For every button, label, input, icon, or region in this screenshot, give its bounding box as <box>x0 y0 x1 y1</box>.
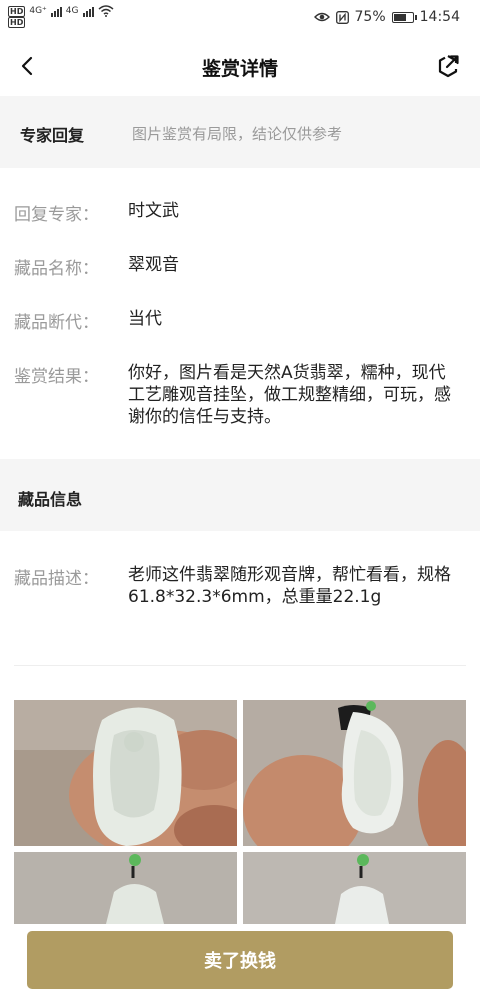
signal-icon <box>50 5 62 17</box>
collection-info-title: 藏品信息 <box>18 490 83 509</box>
field-value: 当代 <box>128 309 162 329</box>
field-value: 时文武 <box>128 201 179 221</box>
field-label: 鉴赏结果： <box>14 367 99 387</box>
field-value: 你好，图片看是天然A货翡翠，糯种，现代工艺雕观音挂坠，做工规整精细，可玩，感谢你… <box>128 363 451 427</box>
page-title: 鉴赏详情 <box>201 58 278 80</box>
field-value: 翠观音 <box>128 255 179 275</box>
divider <box>14 665 466 666</box>
signal-icon-2 <box>82 5 94 17</box>
sell-button[interactable]: 卖了换钱 <box>27 931 453 989</box>
field-label: 藏品描述： <box>14 569 99 589</box>
eye-icon <box>313 12 330 22</box>
clock: 14:54 <box>419 9 460 25</box>
hd-badge-2: HD <box>8 17 26 28</box>
expert-reply-header: 专家回复 图片鉴赏有局限，结论仅供参考 <box>0 96 480 168</box>
disclaimer-note: 图片鉴赏有局限，结论仅供参考 <box>132 125 343 143</box>
field-label: 回复专家： <box>14 205 99 225</box>
wifi-icon <box>98 5 113 17</box>
field-label: 藏品断代： <box>14 313 99 333</box>
field-value: 老师这件翡翠随形观音牌，帮忙看看，规格61.8*32.3*6mm，总重量22.1… <box>128 565 451 607</box>
jade-photo-back[interactable] <box>243 700 466 846</box>
status-bar: HD 4G⁺ 4G HD 75% 14:54 <box>0 0 480 36</box>
jade-photo-front[interactable] <box>14 700 237 846</box>
expert-reply-title: 专家回复 <box>20 126 85 145</box>
network-label-2: 4G <box>65 6 79 16</box>
nfc-icon <box>335 10 349 24</box>
battery-icon <box>391 11 417 23</box>
battery-percent: 75% <box>354 9 386 25</box>
network-label: 4G⁺ <box>29 6 47 16</box>
share-button[interactable] <box>432 50 464 82</box>
app-header: 鉴赏详情 <box>0 36 480 96</box>
field-label: 藏品名称： <box>14 259 99 279</box>
collection-info-header: 藏品信息 <box>0 459 480 531</box>
jade-photo-third[interactable] <box>14 852 237 924</box>
hd-badge: HD <box>8 5 26 17</box>
status-right-group: 75% 14:54 <box>313 9 460 25</box>
jade-photo-fourth[interactable] <box>243 852 466 924</box>
share-icon <box>438 55 459 78</box>
status-signal-group: HD 4G⁺ 4G HD <box>8 5 114 28</box>
